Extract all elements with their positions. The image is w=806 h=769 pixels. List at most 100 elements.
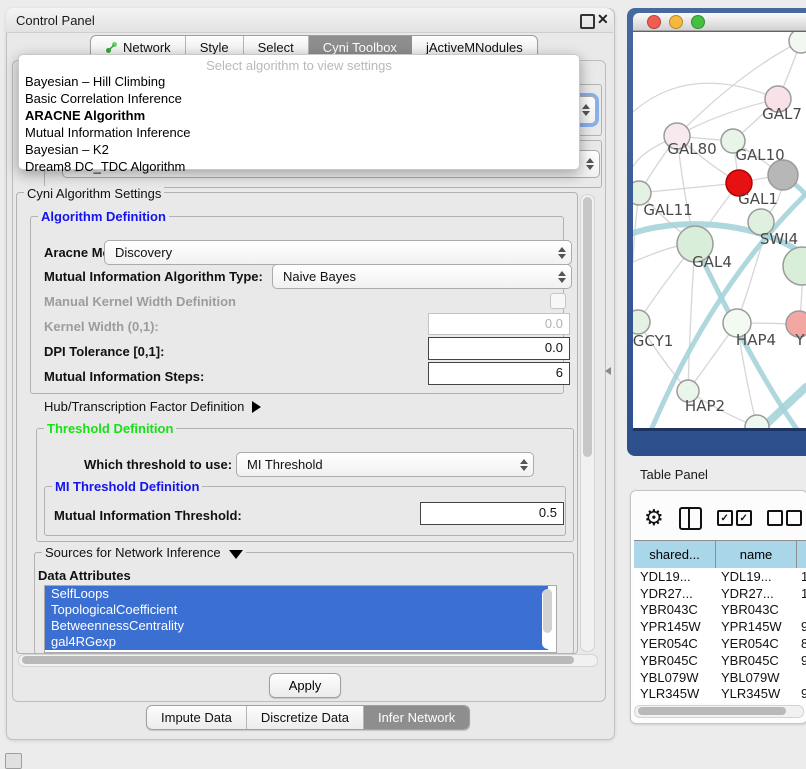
select-all-checkboxes-icon[interactable]: ✓✓ [717,510,752,526]
attribute-list-item[interactable]: TopologicalCoefficient [45,602,548,618]
mi-threshold-title: MI Threshold Definition [52,479,202,494]
splitter-collapse-icon[interactable] [605,367,611,375]
data-attributes-list[interactable]: SelfLoopsTopologicalCoefficientBetweenne… [44,585,557,653]
network-node-label: GCY1 [633,332,673,350]
table-toolbar: ⚙ ✓✓ [644,503,806,533]
network-node[interactable] [789,32,806,53]
network-edge [639,183,739,193]
table-panel-title: Table Panel [640,467,708,482]
tab-infer-network[interactable]: Infer Network [364,706,469,729]
table-horizontal-scrollbar[interactable] [634,705,804,718]
split-columns-icon[interactable] [679,507,702,530]
table-cell: 9. [795,619,806,634]
mi-threshold-field[interactable]: 0.5 [420,502,564,525]
kernel-width-label: Kernel Width (0,1): [44,319,159,334]
cyni-bottom-tabs: Impute DataDiscretize DataInfer Network [146,705,470,730]
table-cell: 9. [795,653,806,668]
mi-type-label: Mutual Information Algorithm Type: [44,269,263,284]
table-row[interactable]: YLR345WYLR345W9. [634,686,806,703]
attribute-list-scrollbar[interactable] [542,589,554,649]
disclosure-right-icon[interactable] [252,401,261,413]
network-node[interactable] [768,160,798,190]
combo-stepper-icon [515,459,533,471]
network-node-label: Y [794,331,805,349]
deselect-checkboxes-icon[interactable] [767,510,802,526]
network-node-gcy1[interactable] [633,310,650,334]
mi-steps-label: Mutual Information Steps: [44,369,204,384]
network-node[interactable] [745,415,769,428]
table-row[interactable]: YBR043CYBR043C [634,602,806,619]
table-cell: YBR043C [715,602,795,617]
table-row[interactable]: YDR27...YDR27...12 [634,585,806,602]
attribute-list-item[interactable]: gal4RGexp [45,634,548,650]
table-cell: YLR345W [715,686,795,701]
column-header-A[interactable]: A [797,541,806,568]
table-cell: YBR045C [634,653,715,668]
algorithm-option[interactable]: Bayesian – Hill Climbing [19,73,579,90]
column-header-shared[interactable]: shared... [634,541,716,568]
table-cell: YPR145W [634,619,715,634]
table-cell: YBL079W [634,670,715,685]
column-header-name[interactable]: name [716,541,797,568]
table-row[interactable]: YER054CYER054C8. [634,635,806,652]
table-cell: YBR043C [634,602,715,617]
table-header: shared...nameA [634,540,806,569]
tab-discretize-data[interactable]: Discretize Data [247,706,364,729]
table-row[interactable]: YIL052CYIL052C9 [634,702,806,703]
network-icon [105,41,118,54]
table-cell: YBL079W [715,670,795,685]
algorithm-option[interactable]: Basic Correlation Inference [19,90,579,107]
dpi-tolerance-label: DPI Tolerance [0,1]: [44,344,164,359]
control-panel-titlebar[interactable] [6,8,613,33]
float-panel-button[interactable] [580,14,595,29]
table-cell: YDR27... [634,586,715,601]
network-node-label: HAP2 [685,397,725,415]
attribute-list-item[interactable]: BetweennessCentrality [45,618,548,634]
algorithm-option[interactable]: ARACNE Algorithm [19,107,579,124]
table-cell: 12 [795,586,806,601]
threshold-definition-title: Threshold Definition [44,421,176,436]
sources-title[interactable]: Sources for Network Inference [42,545,246,560]
attribute-list-item[interactable]: SelfLoops [45,586,548,602]
algorithm-definition-title: Algorithm Definition [38,209,169,224]
tab-impute-data[interactable]: Impute Data [147,706,247,729]
gear-icon[interactable]: ⚙ [644,507,664,529]
network-node-label: HAP4 [736,331,776,349]
network-canvas[interactable]: GAL7GAL80GAL10GAL1GAL11SWI4GAL4GCY1HAP4Y… [633,32,806,428]
algorithm-option[interactable]: Mutual Information Inference [19,124,579,141]
close-panel-icon[interactable]: ✕ [597,11,609,28]
apply-button[interactable]: Apply [269,673,341,698]
network-node[interactable] [783,247,806,285]
table-cell: 9. [795,686,806,701]
cyni-settings-title: Cyni Algorithm Settings [24,186,164,201]
table-cell: YDR27... [715,586,795,601]
algorithm-option[interactable]: Bayesian – K2 [19,141,579,158]
which-threshold-combobox[interactable]: MI Threshold [236,452,534,477]
aracne-mode-combobox[interactable]: Discovery [104,240,572,265]
settings-horizontal-scrollbar[interactable] [18,654,598,667]
mi-type-combobox[interactable]: Naive Bayes [272,264,572,289]
manual-kernel-label: Manual Kernel Width Definition [44,294,236,309]
table-row[interactable]: YBL079WYBL079W [634,669,806,686]
network-node-label: GAL7 [762,105,802,123]
dpi-tolerance-field[interactable]: 0.0 [428,337,570,360]
network-node-label: GAL1 [738,190,778,208]
mi-steps-field[interactable]: 6 [428,362,570,385]
minimize-traffic-light[interactable] [669,15,683,29]
table-cell: YLR345W [634,686,715,701]
hub-definition-disclosure[interactable]: Hub/Transcription Factor Definition [44,399,261,414]
disclosure-down-icon[interactable] [229,550,243,559]
table-row[interactable]: YDL19...YDL19...13 [634,568,806,585]
combo-stepper-icon [553,271,571,283]
table-row[interactable]: YPR145WYPR145W9. [634,618,806,635]
network-edge [633,83,778,112]
zoom-traffic-light[interactable] [691,15,705,29]
which-threshold-label: Which threshold to use: [84,457,232,472]
table-row[interactable]: YBR045CYBR045C9. [634,652,806,669]
close-traffic-light[interactable] [647,15,661,29]
network-window-titlebar[interactable] [633,13,806,31]
settings-vertical-scrollbar[interactable] [580,194,595,652]
minimized-panel-icon[interactable] [5,753,22,769]
table-body: YDL19...YDL19...13YDR27...YDR27...12YBR0… [634,568,806,703]
algorithm-option[interactable]: Dream8 DC_TDC Algorithm [19,158,579,175]
